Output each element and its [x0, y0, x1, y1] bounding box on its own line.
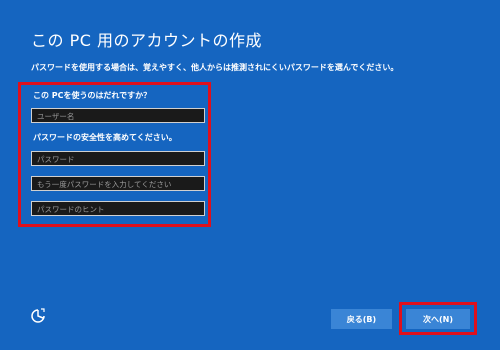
page-subtitle: パスワードを使用する場合は、覚えやすく、他人からは推測されにくいパスワードを選ん… [31, 63, 399, 72]
security-label: パスワードの安全性を高めてください。 [33, 133, 177, 142]
password-input[interactable] [31, 151, 205, 166]
page-title: この PC 用のアカウントの作成 [31, 31, 262, 50]
back-button[interactable]: 戻る(B) [331, 309, 392, 329]
password-hint-input[interactable] [31, 201, 205, 216]
username-input[interactable] [31, 108, 205, 123]
who-label: この PCを使うのはだれですか？ [33, 91, 152, 100]
next-button[interactable]: 次へ(N) [406, 309, 470, 329]
password-confirm-input[interactable] [31, 176, 205, 191]
ease-of-access-icon[interactable] [28, 306, 48, 326]
